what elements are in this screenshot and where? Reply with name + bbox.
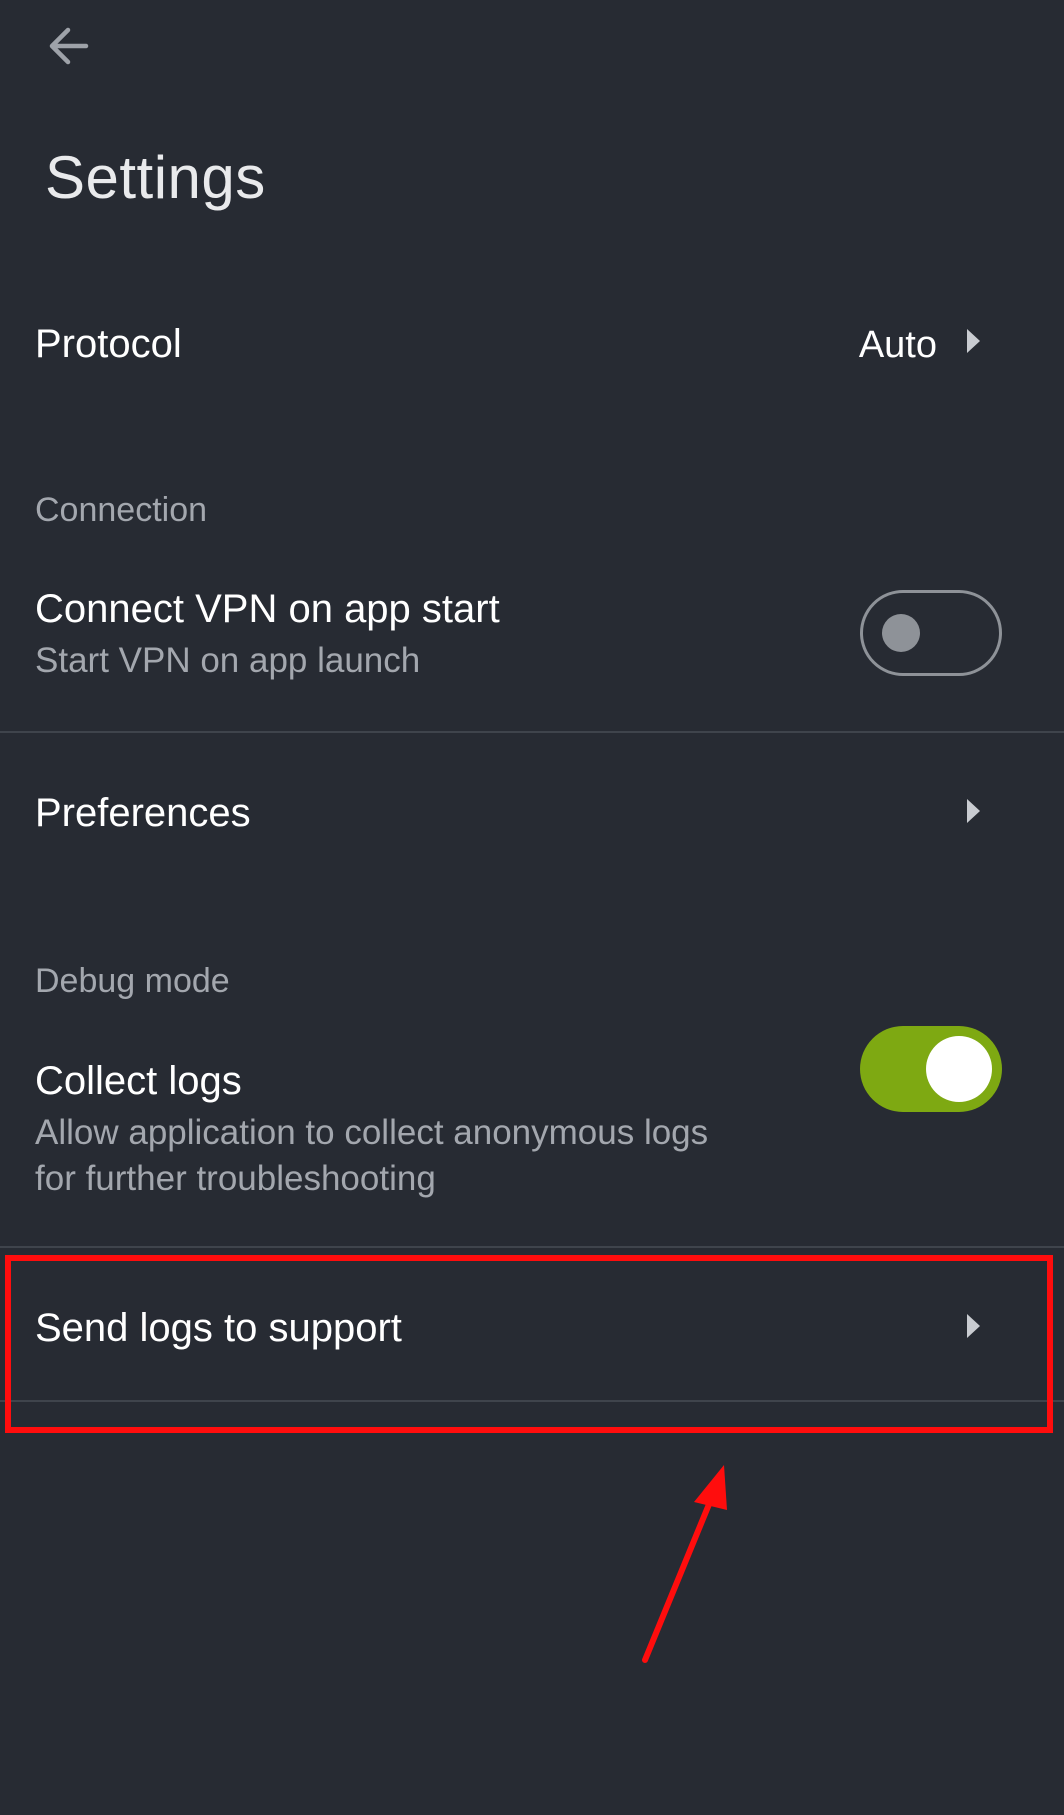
send-logs-row[interactable]: Send logs to support (0, 1285, 1064, 1375)
connect-on-start-title: Connect VPN on app start (35, 587, 500, 631)
send-logs-label: Send logs to support (35, 1306, 402, 1350)
connect-on-start-row[interactable]: Connect VPN on app start Start VPN on ap… (0, 575, 1064, 690)
protocol-value: Auto (858, 324, 937, 366)
protocol-label: Protocol (35, 322, 182, 366)
arrow-up-icon (642, 1465, 727, 1663)
divider (0, 731, 1064, 733)
collect-logs-subtitle-line1: Allow application to collect anonymous l… (35, 1113, 709, 1152)
collect-logs-title: Collect logs (35, 1059, 242, 1103)
divider (0, 1400, 1064, 1402)
toggle-knob (882, 614, 920, 652)
connect-on-start-subtitle: Start VPN on app launch (35, 641, 421, 680)
chevron-right-icon (967, 329, 980, 353)
toggle-knob (926, 1036, 992, 1102)
protocol-row[interactable]: Protocol Auto (0, 300, 1064, 390)
preferences-row[interactable]: Preferences (0, 770, 1064, 860)
page-title: Settings (45, 144, 266, 211)
divider (0, 1246, 1064, 1248)
collect-logs-row[interactable]: Collect logs Allow application to collec… (0, 1025, 1064, 1205)
chevron-right-icon (967, 1314, 980, 1338)
collect-logs-subtitle-line2: for further troubleshooting (35, 1159, 436, 1198)
arrow-left-icon (49, 27, 89, 65)
connection-section-header: Connection (35, 491, 208, 529)
chevron-right-icon (967, 799, 980, 823)
preferences-label: Preferences (35, 791, 251, 835)
connect-on-start-toggle[interactable] (860, 590, 1002, 676)
debug-section-header: Debug mode (35, 962, 230, 1000)
back-button[interactable] (36, 14, 100, 78)
collect-logs-toggle[interactable] (860, 1026, 1002, 1112)
